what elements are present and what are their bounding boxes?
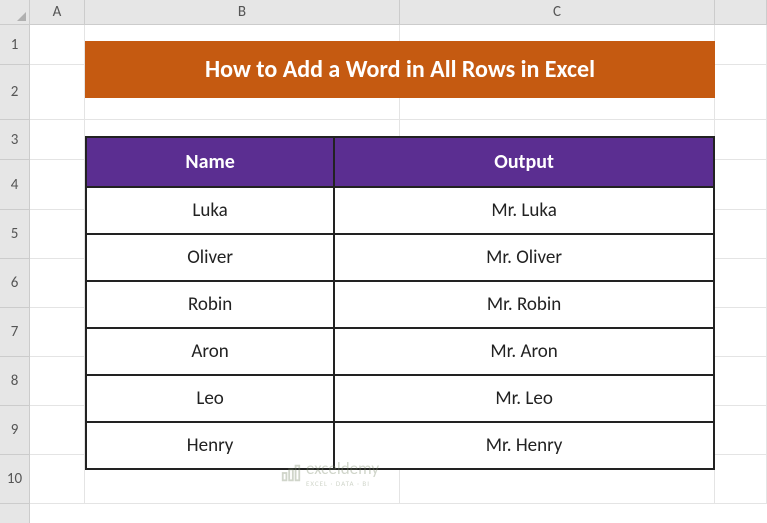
row-header[interactable]: 1 xyxy=(0,25,29,65)
watermark-brand: exceldemy xyxy=(306,458,379,479)
column-header[interactable] xyxy=(715,0,767,24)
row-header[interactable]: 5 xyxy=(0,210,29,259)
row-header[interactable]: 8 xyxy=(0,357,29,406)
cell-output[interactable]: Mr. Luka xyxy=(334,187,714,234)
data-table: Name Output LukaMr. LukaOliverMr. Oliver… xyxy=(85,136,715,470)
row-header[interactable]: 9 xyxy=(0,406,29,455)
cell-output[interactable]: Mr. Oliver xyxy=(334,234,714,281)
worksheet-content: How to Add a Word in All Rows in Excel N… xyxy=(30,25,767,523)
column-headers: ABC xyxy=(30,0,767,25)
column-header[interactable]: B xyxy=(85,0,400,24)
cell-name[interactable]: Aron xyxy=(86,328,334,375)
cell-name[interactable]: Luka xyxy=(86,187,334,234)
cell-output[interactable]: Mr. Henry xyxy=(334,422,714,469)
cell-name[interactable]: Oliver xyxy=(86,234,334,281)
header-output[interactable]: Output xyxy=(334,137,714,187)
row-headers: 12345678910 xyxy=(0,25,30,523)
select-all-button[interactable] xyxy=(0,0,30,25)
page-title: How to Add a Word in All Rows in Excel xyxy=(85,41,715,98)
row-header[interactable]: 4 xyxy=(0,160,29,210)
watermark: exceldemy EXCEL · DATA · BI xyxy=(280,458,379,488)
cell-name[interactable]: Robin xyxy=(86,281,334,328)
table-header-row: Name Output xyxy=(86,137,714,187)
row-header[interactable]: 2 xyxy=(0,65,29,120)
row-header[interactable]: 7 xyxy=(0,308,29,357)
row-header[interactable]: 3 xyxy=(0,120,29,160)
column-header[interactable]: C xyxy=(400,0,715,24)
table-body: LukaMr. LukaOliverMr. OliverRobinMr. Rob… xyxy=(86,187,714,469)
table-row: OliverMr. Oliver xyxy=(86,234,714,281)
row-header[interactable]: 6 xyxy=(0,259,29,308)
header-name[interactable]: Name xyxy=(86,137,334,187)
cell-output[interactable]: Mr. Leo xyxy=(334,375,714,422)
table-row: HenryMr. Henry xyxy=(86,422,714,469)
column-header[interactable]: A xyxy=(30,0,85,24)
row-header[interactable]: 10 xyxy=(0,455,29,504)
chart-icon xyxy=(280,462,302,484)
cell-name[interactable]: Leo xyxy=(86,375,334,422)
table-row: LeoMr. Leo xyxy=(86,375,714,422)
cell-output[interactable]: Mr. Robin xyxy=(334,281,714,328)
table-row: LukaMr. Luka xyxy=(86,187,714,234)
watermark-tagline: EXCEL · DATA · BI xyxy=(306,479,379,488)
cell-output[interactable]: Mr. Aron xyxy=(334,328,714,375)
table-row: AronMr. Aron xyxy=(86,328,714,375)
table-row: RobinMr. Robin xyxy=(86,281,714,328)
